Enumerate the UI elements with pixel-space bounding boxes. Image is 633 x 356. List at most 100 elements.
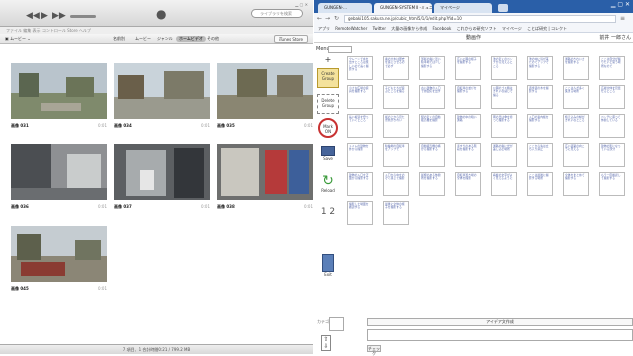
idea-card[interactable]: 奥の大木は歴史を感じさせるので必ず	[383, 56, 409, 80]
tab-genre[interactable]: ジャンル	[154, 36, 176, 42]
photo-item[interactable]: 画像 031 0:01	[11, 63, 107, 129]
idea-card[interactable]: 自動販売機の横から撮影する	[419, 143, 445, 167]
sort-arrows-icon[interactable]: ⇧ ⇩	[321, 335, 331, 351]
new-tab-button[interactable]	[498, 4, 508, 12]
idea-card[interactable]: ベンチに座って休憩している	[599, 114, 625, 138]
menu-input[interactable]	[328, 46, 352, 53]
idea-card[interactable]: 入口の案内板を撮影する	[527, 114, 553, 138]
forward-icon[interactable]: →	[325, 15, 330, 22]
photo-item[interactable]: 画像 038 0:01	[217, 144, 313, 210]
idea-card[interactable]: 駐輪場の自転車をアップで	[383, 143, 409, 167]
photo-item[interactable]: 画像 036 0:01	[11, 144, 107, 210]
idea-card[interactable]: ここは人が多く集まる場所	[563, 85, 589, 109]
idea-card[interactable]: 長い坂道を登っていくところ	[347, 114, 373, 138]
url-input[interactable]: gebaki105.sakura.ne.jp/cubic_html5/1/1/e…	[344, 15, 616, 23]
idea-card[interactable]: ここから先は立ち入り禁止	[527, 143, 553, 167]
idea-card[interactable]: 広い公園の様子を撮影する	[455, 56, 481, 80]
bookmark-item[interactable]: ことば研究 | コレクト	[527, 24, 567, 32]
idea-card[interactable]: 古い建物の入口で雰囲気を出す	[419, 85, 445, 109]
photo-item[interactable]: 画像 035 0:01	[217, 63, 313, 129]
idea-card[interactable]: 公園のゴミ箱はきれいな感じで撮る	[491, 85, 517, 109]
browser-tab-active[interactable]: GUNGEN-SYSTEM Ⅱ -ミュニ	[374, 3, 432, 13]
browser-tab[interactable]: マイページ	[434, 3, 492, 13]
idea-card[interactable]: 遊歩道の木を撮影する	[527, 85, 553, 109]
photo-duration: 0:01	[201, 204, 210, 209]
delete-group-button[interactable]: Delete Group	[317, 94, 339, 114]
idea-compose-button[interactable]: アイデア文作成	[367, 318, 633, 326]
bookmark-item[interactable]: Facebook	[433, 24, 452, 32]
tab-by-name[interactable]: 名前別	[110, 36, 128, 42]
idea-card[interactable]: 自転車置き場の全体を撮影	[455, 172, 481, 196]
photo-duration: 0:01	[201, 123, 210, 128]
browser-window-controls[interactable]: ▁ ▢ ✕	[611, 1, 630, 8]
idea-card[interactable]: 駅の近くの自動販売機を撮影	[419, 114, 445, 138]
idea-card[interactable]: クレーンで水を出すところは楽しいので長く撮影する	[347, 56, 373, 80]
rewind-icon[interactable]: ◀◀	[26, 11, 40, 21]
create-group-label: Create Group	[321, 71, 335, 81]
window-controls[interactable]: ▁ ▢ ✕	[295, 2, 308, 7]
idea-card[interactable]: 植え込みの緑がきれいなところ	[563, 114, 589, 138]
exit-button[interactable]: Exit	[317, 254, 339, 280]
add-icon[interactable]: +	[317, 56, 339, 66]
bookmark-item[interactable]: これからの研究ソフト	[457, 24, 497, 32]
store-button[interactable]: iTunes Store	[273, 35, 308, 43]
reload-button[interactable]: ↻ Reload	[317, 174, 339, 198]
idea-card[interactable]: 子どもたちが遊ぶところを撮る	[383, 85, 409, 109]
idea-card[interactable]: 小さな広場の遊具を撮影する	[347, 85, 373, 109]
idea-card[interactable]: 通路の奥に光が差し込む場所	[491, 143, 517, 167]
idea-card[interactable]: 部屋の奥に近い駐車場では少し撮影する	[419, 56, 445, 80]
idea-card[interactable]: 建物の入口を正面から撮影する	[347, 172, 373, 196]
bookmark-item[interactable]: Twitter	[373, 24, 386, 32]
idea-text-input[interactable]	[367, 329, 633, 341]
idea-card[interactable]: 屋根のある休憩所を撮影する	[419, 172, 445, 196]
user-name[interactable]: 前井 一郎さん	[599, 34, 631, 43]
idea-card[interactable]: 自転車の並びを撮影する	[455, 85, 481, 109]
photo-item[interactable]: 画像 034 0:01	[114, 63, 210, 129]
idea-card[interactable]: 最後に全体の様子を撮影する	[383, 201, 409, 225]
idea-card[interactable]: 池の近くのベンチから見えるところ	[491, 56, 517, 80]
library-search-input[interactable]: ライブラリを検索	[251, 9, 303, 18]
idea-card[interactable]: 広い道路の向こうに見える	[563, 143, 589, 167]
idea-card[interactable]: 撮影した場面を確認する	[347, 201, 373, 225]
idea-card[interactable]: 通路のきれいさを撮影する	[563, 56, 589, 80]
idea-card[interactable]: 手すりのある階段を撮影する	[455, 143, 481, 167]
idea-card[interactable]: 広場全体を見渡せるところ	[599, 85, 625, 109]
play-icon[interactable]: ▶	[41, 11, 48, 21]
fast-forward-icon[interactable]: ▶▶	[52, 11, 66, 21]
photo-caption: 画像 035 0:01	[217, 123, 313, 129]
idea-card[interactable]: 建物の中の暗い通路	[455, 114, 481, 138]
bookmark-item[interactable]: アプリ	[318, 24, 330, 32]
save-button[interactable]: Save	[317, 146, 339, 170]
idea-card[interactable]: 入口から中をのぞく感じで撮影	[383, 172, 409, 196]
idea-card[interactable]: ここは自分が撮りたいと思う場所なので	[599, 56, 625, 80]
bookmark-item[interactable]: 大量の画像から作成	[391, 24, 427, 32]
volume-slider[interactable]	[70, 15, 96, 18]
idea-card[interactable]: 雨の日は傘を持って撮影する	[491, 114, 517, 138]
idea-card[interactable]: 坂の上から見た景色がきれい	[383, 114, 409, 138]
idea-card[interactable]: 池の中に鳥が来たのでアップで撮影する	[527, 56, 553, 80]
bookmark-item[interactable]: RemoteWatcher	[335, 24, 367, 32]
idea-card[interactable]: 全体をまとめて撮影する	[563, 172, 589, 196]
photo-item[interactable]: 画像 037 0:01	[114, 144, 210, 210]
page-switcher[interactable]: 1 2	[317, 206, 339, 218]
idea-card[interactable]: ここは最後に撮影する場所	[527, 172, 553, 196]
mark-toggle-button[interactable]: Mark ON	[317, 118, 339, 142]
idea-card[interactable]: もう一度確認して撮影する	[599, 172, 625, 196]
browser-tab[interactable]: GUNGEN-...	[318, 3, 372, 13]
idea-card[interactable]: 看板の文字がよく見えるように	[491, 172, 517, 196]
create-group-button[interactable]: Create Group	[317, 68, 339, 88]
idea-card[interactable]: トイレの建物を外から撮影	[347, 143, 373, 167]
photo-item[interactable]: 画像 045 0:01	[11, 226, 107, 292]
check-button[interactable]: チェック	[367, 345, 381, 356]
tab-other[interactable]: その他	[204, 36, 222, 42]
reload-icon[interactable]: ↻	[334, 15, 339, 22]
tab-home-video[interactable]: ホームビデオ	[176, 36, 206, 42]
menu-icon[interactable]: ≡	[620, 15, 625, 22]
bookmark-item[interactable]: マイページ	[502, 24, 522, 32]
idea-card[interactable]: 建物の影になっている部分	[599, 143, 625, 167]
back-icon[interactable]: ←	[317, 15, 322, 22]
category-box[interactable]	[329, 317, 344, 331]
source-selector[interactable]: ▣ ムービー ⌄	[5, 34, 31, 44]
tab-movies[interactable]: ムービー	[132, 36, 154, 42]
player-menubar[interactable]: ファイル 編集 表示 コントロール Store ヘルプ	[0, 27, 313, 34]
